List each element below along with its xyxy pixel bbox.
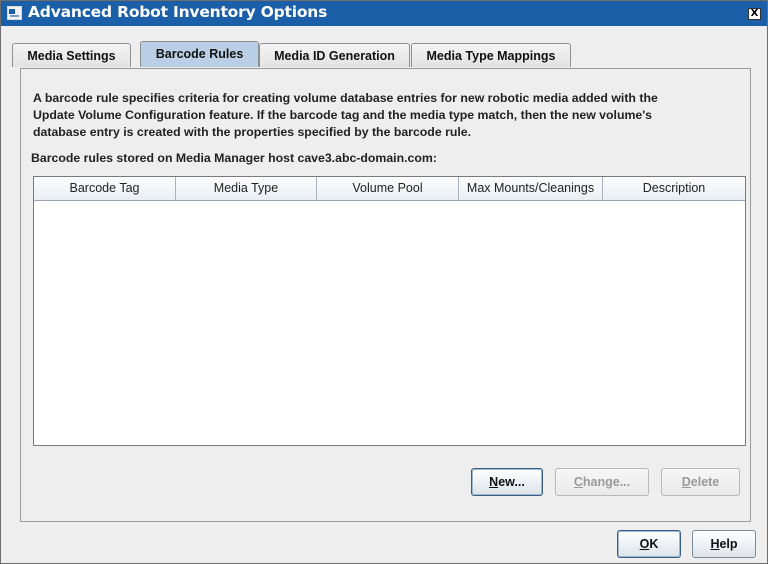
help-button-label: elp	[719, 537, 738, 551]
app-window-icon	[7, 6, 22, 20]
change-button[interactable]: Change...	[555, 468, 649, 496]
tab-media-type-mappings[interactable]: Media Type Mappings	[411, 43, 571, 67]
tab-media-id-generation[interactable]: Media ID Generation	[259, 43, 410, 67]
new-button-mnemonic: N	[489, 475, 499, 489]
delete-button-label: elete	[690, 475, 720, 489]
ok-button-mnemonic: O	[639, 537, 650, 551]
host-label: Barcode rules stored on Media Manager ho…	[31, 151, 437, 165]
column-header-barcode-tag[interactable]: Barcode Tag	[34, 177, 176, 200]
help-button[interactable]: Help	[692, 530, 756, 558]
dialog-window: Advanced Robot Inventory Options X Media…	[0, 0, 768, 564]
column-header-description[interactable]: Description	[603, 177, 745, 200]
description-text: A barcode rule specifies criteria for cr…	[33, 90, 658, 141]
new-button[interactable]: New...	[471, 468, 543, 496]
tab-barcode-rules[interactable]: Barcode Rules	[140, 41, 259, 67]
table-header: Barcode Tag Media Type Volume Pool Max M…	[34, 177, 745, 201]
column-header-max-mounts-cleanings[interactable]: Max Mounts/Cleanings	[459, 177, 603, 200]
title-bar[interactable]: Advanced Robot Inventory Options X	[1, 1, 767, 26]
change-button-label: hange...	[582, 475, 631, 489]
description-line-2: Update Volume Configuration feature. If …	[33, 108, 652, 122]
delete-button-mnemonic: D	[681, 475, 691, 489]
description-line-1: A barcode rule specifies criteria for cr…	[33, 91, 658, 105]
column-header-volume-pool[interactable]: Volume Pool	[317, 177, 459, 200]
tab-media-settings[interactable]: Media Settings	[12, 43, 131, 67]
description-line-3: database entry is created with the prope…	[33, 125, 472, 139]
close-button[interactable]: X	[748, 8, 761, 20]
ok-button[interactable]: OK	[617, 530, 681, 558]
window-title: Advanced Robot Inventory Options	[28, 3, 328, 21]
barcode-rules-table[interactable]: Barcode Tag Media Type Volume Pool Max M…	[33, 176, 746, 446]
ok-button-label: K	[649, 537, 659, 551]
new-button-label: ew...	[498, 475, 525, 489]
column-header-media-type[interactable]: Media Type	[176, 177, 317, 200]
change-button-mnemonic: C	[573, 475, 583, 489]
delete-button[interactable]: Delete	[661, 468, 740, 496]
